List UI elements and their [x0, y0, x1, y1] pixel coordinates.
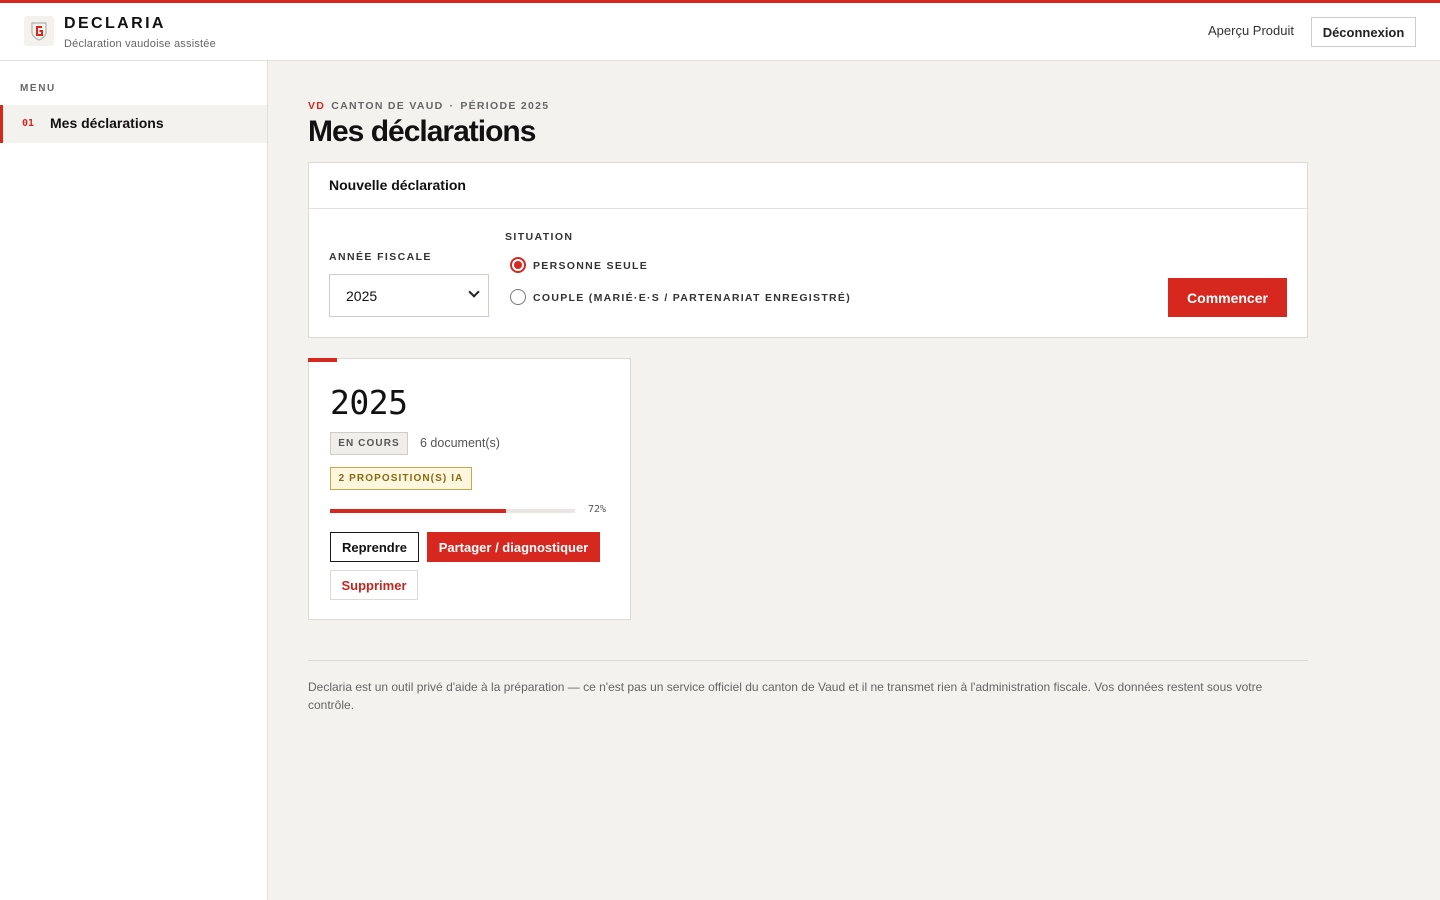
- radio-unchecked-icon[interactable]: [510, 289, 526, 305]
- fiscal-year-label: ANNÉE FISCALE: [329, 251, 432, 263]
- new-declaration-card: Nouvelle déclaration ANNÉE FISCALE 2025 …: [308, 162, 1308, 338]
- situation-option-label: PERSONNE SEULE: [533, 260, 649, 272]
- breadcrumb: VD CANTON DE VAUD · PÉRIODE 2025: [308, 100, 549, 112]
- declaration-card: 2025 EN COURS 6 document(s) 2 PROPOSITIO…: [308, 358, 631, 620]
- card-accent-bar: [308, 358, 337, 362]
- canton-code: VD: [308, 100, 326, 112]
- brand-subtitle: Déclaration vaudoise assistée: [64, 38, 216, 50]
- brand-logo[interactable]: [24, 16, 54, 46]
- progress-bar: [330, 509, 575, 513]
- resume-button[interactable]: Reprendre: [330, 532, 419, 562]
- new-declaration-heading: Nouvelle déclaration: [309, 163, 1307, 209]
- start-button[interactable]: Commencer: [1168, 278, 1287, 317]
- radio-checked-icon[interactable]: [510, 257, 526, 273]
- share-diagnose-button[interactable]: Partager / diagnostiquer: [427, 532, 600, 562]
- menu-label: MENU: [20, 83, 56, 94]
- declaration-year: 2025: [330, 383, 408, 422]
- progress-percentage: 72%: [588, 504, 607, 515]
- canton-label: CANTON DE VAUD: [331, 100, 444, 112]
- brand-name: DECLARIA: [64, 15, 166, 32]
- sidebar-item-number: 01: [22, 118, 35, 129]
- product-preview-link[interactable]: Aperçu Produit: [1208, 23, 1294, 38]
- sidebar-item-label: Mes déclarations: [50, 115, 164, 131]
- situation-option-label: COUPLE (MARIÉ·E·S / PARTENARIAT ENREGIST…: [533, 292, 852, 304]
- logout-button[interactable]: Déconnexion: [1311, 17, 1416, 47]
- situation-label: SITUATION: [505, 231, 574, 243]
- sidebar: MENU 01 Mes déclarations: [0, 61, 268, 900]
- chevron-down-icon: [468, 286, 480, 298]
- ai-proposals-badge: 2 PROPOSITION(S) IA: [330, 467, 472, 490]
- footer-disclaimer: Declaria est un outil privé d'aide à la …: [308, 680, 1263, 712]
- page-title: Mes déclarations: [308, 115, 536, 148]
- footer-divider: [308, 660, 1308, 661]
- delete-button[interactable]: Supprimer: [330, 570, 418, 600]
- progress-bar-fill: [330, 509, 507, 513]
- status-badge: EN COURS: [330, 432, 408, 455]
- document-count: 6 document(s): [420, 436, 500, 450]
- breadcrumb-separator: ·: [449, 100, 455, 112]
- top-bar: DECLARIA Déclaration vaudoise assistée A…: [0, 3, 1440, 61]
- shield-g-logo-icon: [31, 22, 47, 41]
- fiscal-year-value: 2025: [346, 288, 378, 304]
- sidebar-item-mes-declarations[interactable]: 01 Mes déclarations: [0, 105, 267, 143]
- fiscal-year-select[interactable]: 2025: [329, 274, 489, 317]
- period-label: PÉRIODE 2025: [460, 100, 550, 112]
